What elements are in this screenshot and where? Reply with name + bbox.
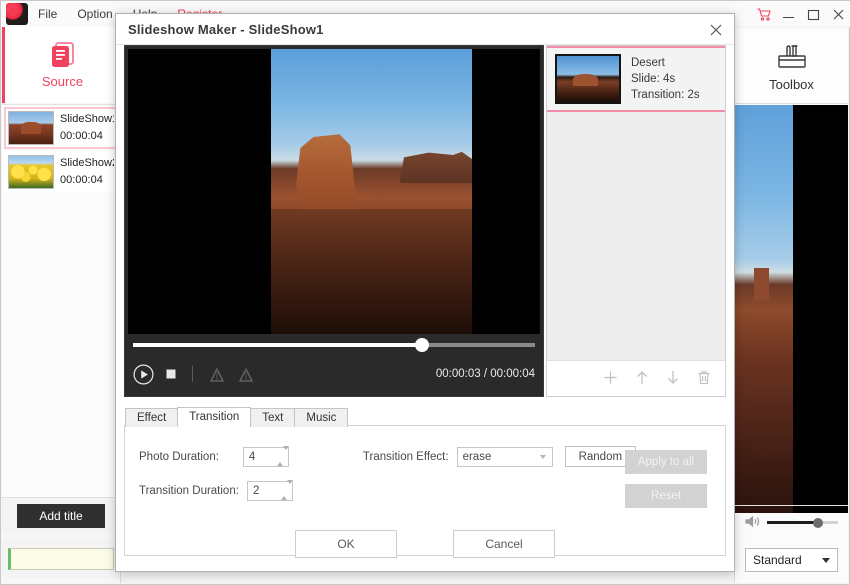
minimize-icon[interactable]: [782, 8, 795, 21]
menu-file[interactable]: File: [28, 1, 67, 27]
stepper-arrows[interactable]: [277, 450, 284, 462]
slide-list-item[interactable]: Desert Slide: 4s Transition: 2s: [547, 46, 725, 112]
list-item[interactable]: SlideShow1 00:00:04: [4, 107, 118, 149]
video-preview[interactable]: [128, 49, 540, 334]
photo-duration-stepper[interactable]: 4: [243, 447, 289, 467]
tab-text[interactable]: Text: [250, 408, 295, 427]
stop-icon[interactable]: [165, 368, 177, 380]
volume-icon[interactable]: [745, 515, 760, 531]
bulk-action-buttons: Apply to all Reset: [625, 450, 707, 508]
playback-timecode: 00:00:03 / 00:00:04: [436, 368, 535, 380]
scrubber-fill: [133, 343, 422, 347]
right-sidebar: Toolbox: [734, 28, 848, 583]
close-icon[interactable]: [832, 8, 845, 21]
quality-select[interactable]: Standard: [745, 548, 838, 572]
transition-duration-value: 2: [253, 485, 259, 497]
scrubber-knob[interactable]: [415, 338, 429, 352]
video-player: 00:00:03 / 00:00:04: [124, 45, 544, 397]
transition-effect-select[interactable]: erase: [457, 447, 553, 467]
document-stack-icon: [50, 41, 76, 69]
slide-list-panel: Desert Slide: 4s Transition: 2s: [546, 45, 726, 397]
dialog-title: Slideshow Maker - SlideShow1: [128, 22, 324, 37]
add-slide-icon[interactable]: [603, 370, 618, 388]
add-title-button[interactable]: Add title: [17, 504, 104, 528]
dialog-footer: OK Cancel: [116, 530, 734, 558]
player-controls: 00:00:03 / 00:00:04: [133, 358, 535, 390]
controls-divider: [192, 366, 193, 382]
add-title-row: Add title: [2, 497, 120, 533]
photo-duration-value: 4: [249, 451, 255, 463]
transition-effect-label: Transition Effect:: [363, 451, 449, 463]
volume-control: [735, 505, 848, 539]
stepper-down-icon[interactable]: [283, 446, 289, 462]
tab-effect[interactable]: Effect: [125, 408, 178, 427]
slide-duration: Slide: 4s: [631, 71, 700, 87]
chevron-down-icon: [822, 558, 830, 563]
media-thumbnail: [8, 111, 54, 145]
volume-slider[interactable]: [767, 521, 838, 524]
rotate-left-icon[interactable]: [208, 366, 226, 383]
background-preview-image: [735, 105, 793, 513]
media-thumbnail: [8, 155, 54, 189]
media-item-duration: 00:00:04: [60, 128, 114, 145]
ok-button[interactable]: OK: [295, 530, 397, 558]
tab-transition[interactable]: Transition: [177, 407, 251, 427]
slide-name: Desert: [631, 55, 700, 71]
slide-action-bar: [547, 360, 725, 396]
title-input-row: [2, 539, 120, 579]
media-list: SlideShow1 00:00:04 SlideShow2 00:00:04: [2, 104, 120, 497]
slide-transition: Transition: 2s: [631, 87, 700, 103]
maximize-icon[interactable]: [807, 8, 820, 21]
stepper-arrows[interactable]: [281, 484, 288, 496]
sidebar-tab-source[interactable]: Source: [2, 27, 120, 103]
sidebar-tab-toolbox[interactable]: Toolbox: [735, 28, 848, 104]
cart-icon[interactable]: [757, 8, 770, 21]
volume-slider-fill: [767, 521, 818, 524]
media-item-name: SlideShow1: [60, 111, 114, 128]
play-icon[interactable]: [133, 364, 154, 385]
transition-effect-value: erase: [463, 451, 492, 463]
sidebar-tab-source-label: Source: [42, 74, 83, 89]
dialog-close-icon[interactable]: [708, 22, 724, 38]
apply-to-all-button[interactable]: Apply to all: [625, 450, 707, 474]
quality-row: Standard: [735, 543, 848, 577]
preview-foreground: [271, 209, 472, 334]
slideshow-maker-dialog: Slideshow Maker - SlideShow1: [115, 13, 735, 572]
slide-info: Desert Slide: 4s Transition: 2s: [631, 55, 700, 103]
tab-music[interactable]: Music: [294, 408, 348, 427]
video-preview-image: [271, 49, 472, 334]
sidebar-tab-toolbox-label: Toolbox: [769, 77, 814, 92]
rotate-right-icon[interactable]: [237, 366, 255, 383]
media-item-meta: SlideShow2 00:00:04: [60, 155, 114, 189]
move-up-icon[interactable]: [635, 370, 649, 388]
window-controls: [757, 1, 845, 27]
media-item-name: SlideShow2: [60, 155, 114, 172]
preview-mesa-shape: [400, 143, 472, 183]
playback-scrubber[interactable]: [133, 338, 535, 352]
chevron-down-icon: [540, 455, 546, 459]
toolbox-icon: [775, 40, 809, 73]
volume-slider-knob[interactable]: [813, 518, 823, 528]
dialog-titlebar: Slideshow Maker - SlideShow1: [116, 14, 734, 45]
background-preview: [735, 105, 848, 513]
move-down-icon[interactable]: [666, 370, 680, 388]
application-window: File Option Help Register: [0, 0, 850, 585]
transition-duration-stepper[interactable]: 2: [247, 481, 293, 501]
cancel-button[interactable]: Cancel: [453, 530, 555, 558]
stepper-down-icon[interactable]: [287, 480, 293, 496]
left-sidebar: Source SlideShow1 00:00:04 SlideShow2 00…: [2, 27, 121, 583]
dialog-body: 00:00:03 / 00:00:04 Desert Slide: 4s Tra…: [116, 45, 734, 571]
quality-select-value: Standard: [753, 553, 802, 567]
media-item-meta: SlideShow1 00:00:04: [60, 111, 114, 145]
reset-button[interactable]: Reset: [625, 484, 707, 508]
app-logo-icon: [6, 3, 28, 25]
photo-duration-label: Photo Duration:: [139, 451, 219, 463]
media-item-duration: 00:00:04: [60, 172, 114, 189]
slide-thumbnail: [555, 54, 621, 104]
delete-slide-icon[interactable]: [697, 370, 711, 388]
transition-duration-label: Transition Duration:: [139, 485, 239, 497]
settings-tabs: Effect Transition Text Music: [125, 407, 347, 427]
list-item[interactable]: SlideShow2 00:00:04: [4, 151, 118, 193]
title-input[interactable]: [8, 548, 114, 570]
